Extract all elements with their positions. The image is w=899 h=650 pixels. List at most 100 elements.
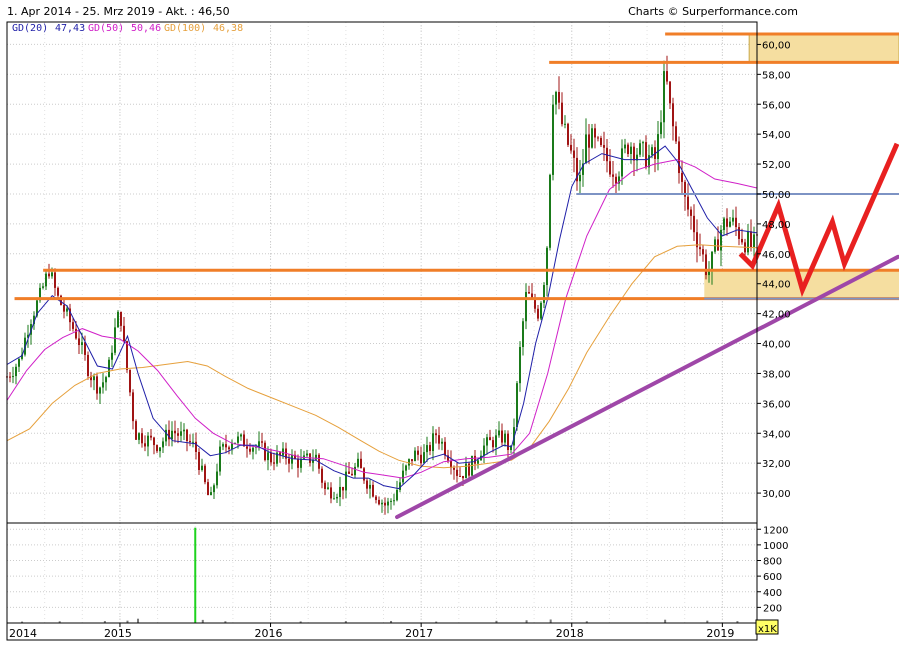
candle-body [306,453,308,456]
candle-body [507,433,509,451]
time-tick-label: 2018 [556,627,584,640]
candle-body [321,468,323,483]
candle-body [75,328,77,339]
candle-body [360,458,362,469]
candle-body [639,143,641,155]
candle-body [429,445,431,452]
candle-body [495,435,497,448]
candle-body [624,144,626,149]
candle-body [66,308,68,312]
candle-body [174,430,176,434]
candle-body [339,486,341,497]
candle-body [291,454,293,464]
candle-body [588,134,590,148]
candle-body [597,137,599,139]
candle-body [363,468,365,481]
candle-body [540,302,542,319]
candle-body [564,123,566,125]
resistance-bands [704,33,899,299]
legend: GD(20) 47,43 GD(50) 50,46 GD(100) 46,38 [12,23,243,34]
candle-body [372,484,374,497]
candle-body [711,251,713,272]
candle-body [135,421,137,440]
candle-body [726,218,728,227]
candle-body [558,91,560,103]
candle-body [387,501,389,506]
candle-body [750,231,752,247]
candle-body [642,142,644,144]
price-tick-label: 60,00 [762,40,791,51]
price-tick-label: 46,00 [762,250,791,261]
candle-body [666,71,668,82]
candle-body [675,126,677,142]
candle-body [483,445,485,456]
candle-body [258,441,260,447]
candle-body [681,173,683,182]
candle-body [687,196,689,210]
candle-body [747,231,749,253]
candle-body [453,467,455,470]
candle-body [630,146,632,155]
candle-body [396,489,398,501]
candle-body [549,174,551,248]
legend-gd100-label: GD(100) [164,23,206,34]
candle-body [264,442,266,461]
candle-body [753,234,755,247]
candle-body [162,441,164,448]
chart-credit: Charts © Surperformance.com [628,5,798,18]
candle-body [663,71,665,123]
candle-body [552,104,554,175]
price-tick-label: 50,00 [762,190,791,201]
candle-body [171,430,173,440]
candle-body [99,387,101,394]
candle-body [81,342,83,346]
legend-gd20-value: 47,43 [55,23,85,34]
volume-bar [194,527,197,623]
candle-body [519,347,521,384]
candle-body [12,376,14,378]
candle-body [384,502,386,506]
date-range-title: 1. Apr 2014 - 25. Mrz 2019 - Akt. : 46,5… [7,5,230,18]
candle-body [741,238,743,243]
candle-body [570,144,572,151]
candle-body [462,475,464,479]
candle-body [414,450,416,462]
candle-body [435,433,437,436]
candle-body [645,142,647,168]
candle-body [354,466,356,476]
candle-body [591,128,593,148]
candle-body [633,146,635,161]
candle-body [348,471,350,474]
volume-axis: 200 400 600 800 1000 1200 [757,525,788,614]
candle-body [336,496,338,499]
candle-body [555,91,557,105]
candle-body [489,437,491,441]
candle-body [141,433,143,444]
time-axis: 2014 2015 2016 2017 2018 2019 [9,623,734,640]
candle-body [525,292,527,322]
candle-body [93,376,95,381]
candle-body [192,441,194,443]
grid [6,22,757,623]
candle-body [411,459,413,462]
candle-body [156,445,158,452]
candle-body [486,437,488,446]
candle-body [273,462,275,464]
stock-chart: 30,00 32,00 34,00 36,00 38,00 40,00 42,00 44,00… [6,5,899,641]
candle-body [153,437,155,446]
candle-body [60,295,62,306]
candle-body [87,354,89,376]
candle-body [651,147,653,156]
candle-body [102,382,104,388]
candle-body [216,471,218,486]
candle-body [699,247,701,250]
candle-body [660,122,662,135]
candle-body [657,134,659,159]
candle-body [138,433,140,440]
candle-body [561,102,563,125]
candle-body [231,443,233,450]
candle-body [222,444,224,447]
candle-body [240,434,242,437]
candle-body [426,445,428,453]
volume-tick-label: 200 [763,603,782,614]
